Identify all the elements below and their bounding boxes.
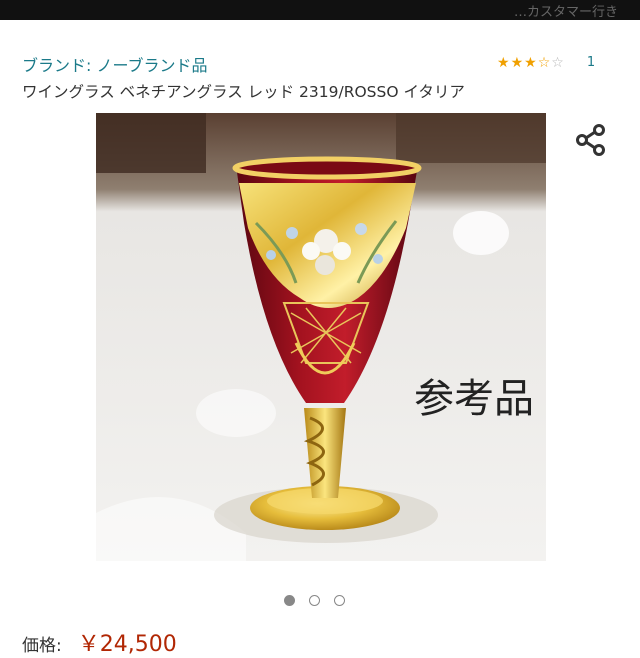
- status-bar-text: …カスタマー行き: [513, 5, 618, 20]
- carousel-dot[interactable]: [334, 595, 345, 606]
- price-value: ￥24,500: [77, 632, 177, 657]
- product-title: ワイングラス ベネチアングラス レッド 2319/ROSSO イタリア: [22, 83, 465, 101]
- star-full-icon: ★: [497, 54, 510, 71]
- status-bar: …カスタマー行き: [0, 0, 640, 20]
- share-icon: [576, 124, 605, 156]
- carousel-dot-active[interactable]: [284, 595, 295, 606]
- rating-count[interactable]: 1: [587, 55, 595, 70]
- star-empty-icon: ☆: [551, 54, 564, 71]
- brand-link[interactable]: ブランド: ノーブランド品: [22, 52, 208, 76]
- product-image[interactable]: 参考品: [96, 113, 546, 561]
- reference-item-label: 参考品: [414, 376, 534, 422]
- star-half-icon: ☆: [537, 54, 551, 71]
- price-row: 価格: ￥24,500: [22, 626, 177, 658]
- price-label: 価格:: [22, 636, 62, 656]
- star-full-icon: ★: [524, 54, 537, 71]
- overlay-text-layer: 参考品: [414, 376, 534, 422]
- share-button[interactable]: [572, 122, 610, 158]
- star-full-icon: ★: [510, 54, 524, 71]
- carousel-dot[interactable]: [309, 595, 320, 606]
- image-carousel-indicator: [284, 595, 345, 606]
- star-rating[interactable]: ★ ★ ★ ☆ ☆ 1: [497, 55, 595, 70]
